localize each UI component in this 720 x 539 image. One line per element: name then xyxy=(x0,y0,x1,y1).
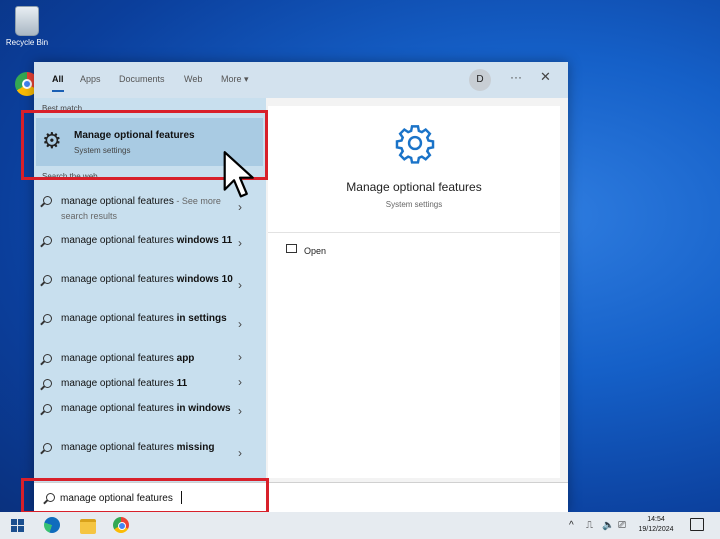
open-action[interactable]: Open xyxy=(304,246,326,256)
recycle-bin-desktop-icon[interactable]: Recycle Bin xyxy=(4,6,50,47)
search-box[interactable] xyxy=(34,482,568,513)
network-icon[interactable]: ⎍ xyxy=(586,520,593,531)
best-match-subtitle: System settings xyxy=(74,146,131,155)
taskbar: ^ ⎍ 🔈 ⎚ 14:54 19/12/2024 xyxy=(0,512,720,539)
chrome-icon[interactable] xyxy=(113,517,129,533)
search-icon xyxy=(46,493,55,502)
close-icon[interactable]: ✕ xyxy=(540,69,551,85)
tab-web[interactable]: Web xyxy=(184,74,202,84)
best-match-title: Manage optional features xyxy=(74,130,195,141)
detail-subtitle: System settings xyxy=(385,200,443,209)
divider xyxy=(268,232,560,233)
windows-start-icon[interactable] xyxy=(11,519,24,532)
search-icon xyxy=(43,379,52,388)
ellipsis-icon[interactable]: ··· xyxy=(510,70,522,84)
gear-icon: ⚙ xyxy=(42,128,62,153)
file-explorer-icon[interactable] xyxy=(80,519,96,534)
open-icon xyxy=(286,244,297,253)
clock-time: 14:54 xyxy=(647,516,665,523)
clock[interactable]: 14:54 19/12/2024 xyxy=(634,515,678,535)
mouse-pointer-icon xyxy=(223,151,254,198)
search-tabs-bar: All Apps Documents Web More ▾ D ··· ✕ xyxy=(34,62,568,98)
edge-icon[interactable] xyxy=(44,517,60,533)
web-result-text: manage optional features app xyxy=(61,353,195,364)
text-caret xyxy=(181,491,182,504)
chevron-right-icon: › xyxy=(238,375,242,389)
chevron-up-icon[interactable]: ^ xyxy=(569,520,574,531)
volume-icon[interactable]: 🔈 xyxy=(602,520,614,531)
chevron-right-icon: › xyxy=(238,278,242,292)
web-result-text: manage optional features in settings xyxy=(61,313,227,324)
web-result-text: manage optional features missing xyxy=(61,442,215,453)
chevron-right-icon: › xyxy=(238,317,242,331)
gear-icon xyxy=(395,125,435,164)
tab-more[interactable]: More ▾ xyxy=(221,74,249,85)
user-avatar[interactable]: D xyxy=(469,69,491,91)
chevron-right-icon: › xyxy=(238,350,242,364)
search-icon xyxy=(43,196,52,205)
web-result-text: manage optional features - See more sear… xyxy=(61,196,221,221)
web-result-text: manage optional features in windows xyxy=(61,403,231,414)
web-result-text: manage optional features 11 xyxy=(61,378,188,389)
clock-date: 19/12/2024 xyxy=(638,526,674,533)
tab-all[interactable]: All xyxy=(52,74,64,92)
result-detail-pane: Manage optional features System settings… xyxy=(268,106,560,478)
tab-documents[interactable]: Documents xyxy=(119,74,165,84)
search-panel: All Apps Documents Web More ▾ D ··· ✕ Be… xyxy=(34,62,568,513)
chevron-right-icon: › xyxy=(238,200,242,214)
notification-icon[interactable] xyxy=(690,518,704,531)
search-icon xyxy=(43,314,52,323)
search-icon xyxy=(43,236,52,245)
search-icon xyxy=(43,354,52,363)
detail-title: Manage optional features xyxy=(346,180,482,194)
display-icon[interactable]: ⎚ xyxy=(618,520,626,531)
recycle-bin-label: Recycle Bin xyxy=(5,38,49,47)
search-icon xyxy=(43,443,52,452)
web-result-text: manage optional features windows 11 xyxy=(61,235,233,246)
search-icon xyxy=(43,275,52,284)
tab-apps[interactable]: Apps xyxy=(80,74,101,84)
search-icon xyxy=(43,404,52,413)
recycle-bin-icon xyxy=(15,6,39,36)
chevron-right-icon: › xyxy=(238,236,242,250)
best-match-heading: Best match xyxy=(42,104,83,113)
search-web-heading: Search the web xyxy=(42,172,98,181)
search-input[interactable] xyxy=(60,490,540,506)
web-result-text: manage optional features windows 10 xyxy=(61,274,233,285)
chevron-right-icon: › xyxy=(238,404,242,418)
chevron-right-icon: › xyxy=(238,446,242,460)
